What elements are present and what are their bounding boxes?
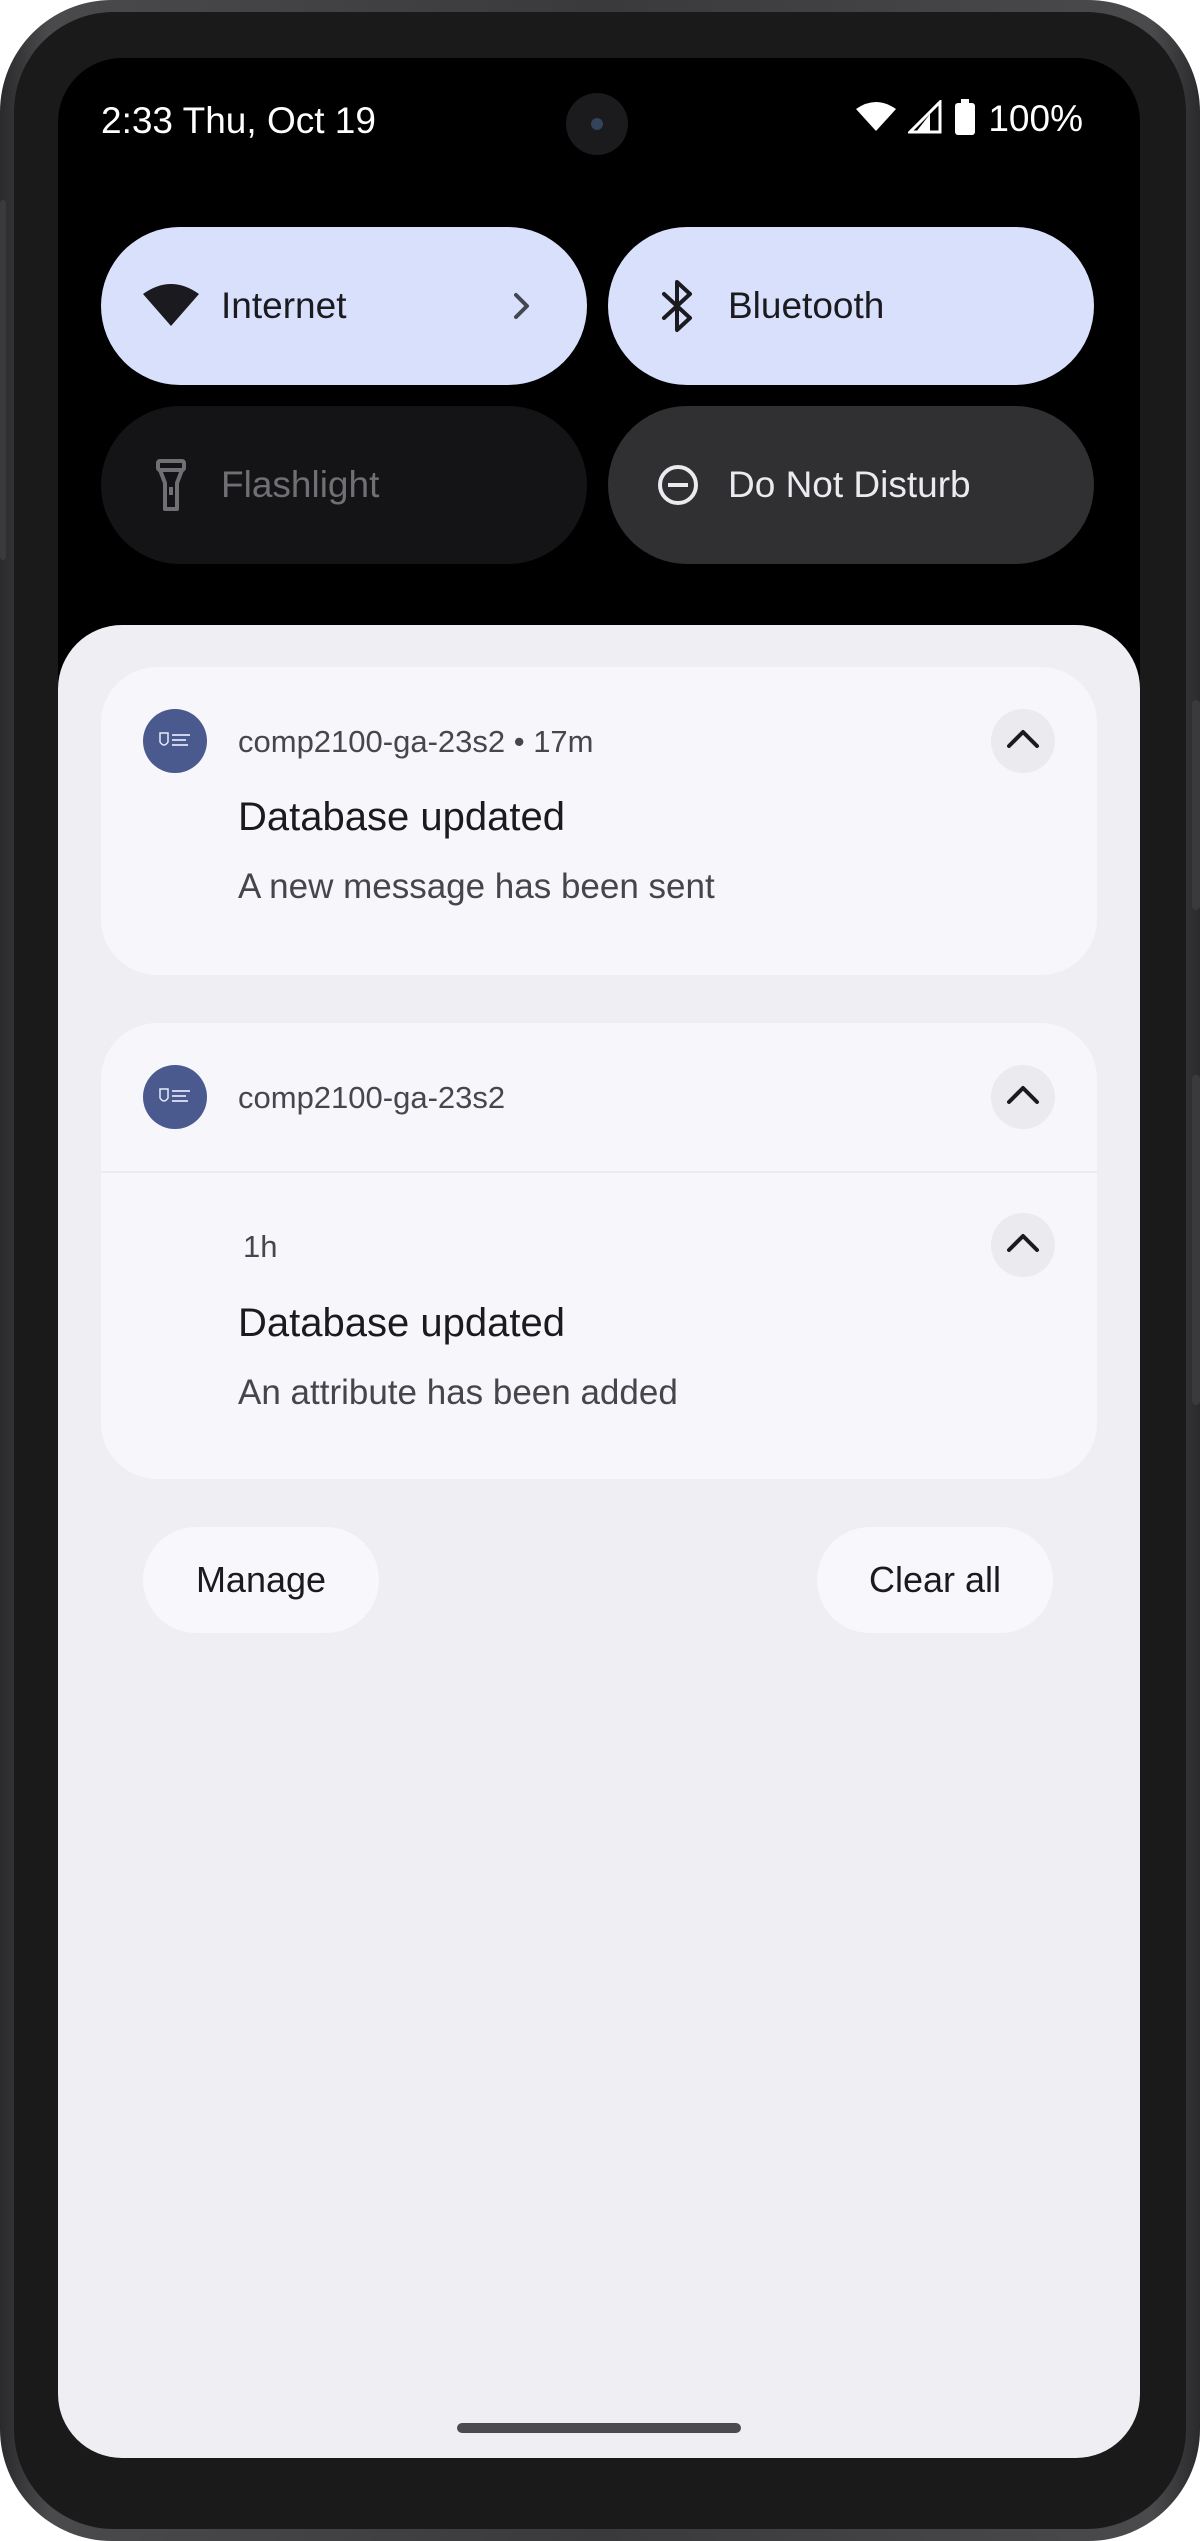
cell-signal-icon <box>906 97 942 139</box>
collapse-button[interactable] <box>991 709 1055 773</box>
tile-flashlight-label: Flashlight <box>221 464 380 505</box>
manage-button[interactable]: Manage <box>143 1527 379 1633</box>
tile-bluetooth[interactable]: Bluetooth <box>608 227 1094 385</box>
child-collapse-button[interactable] <box>991 1213 1055 1277</box>
phone-screen: 2:33 Thu, Oct 19 100% Internet Bluetooth <box>58 58 1140 2458</box>
chevron-up-icon <box>1005 728 1041 755</box>
front-camera <box>566 93 628 155</box>
clear-all-button[interactable]: Clear all <box>817 1527 1053 1633</box>
power-button <box>1192 1075 1200 1405</box>
notification-header: comp2100-ga-23s2 • 17m <box>238 724 594 759</box>
notification-time: 1h <box>243 1229 278 1264</box>
group-divider <box>101 1171 1097 1173</box>
status-icons: 100% <box>856 97 1083 140</box>
status-time: 2:33 Thu, Oct 19 <box>101 100 376 141</box>
wifi-icon <box>141 276 201 336</box>
notification-text: A new message has been sent <box>238 867 715 906</box>
battery-icon <box>954 98 976 140</box>
chevron-right-icon <box>497 281 547 331</box>
app-icon <box>143 1065 207 1129</box>
tile-internet-label: Internet <box>221 285 347 326</box>
notification-title: Database updated <box>238 1301 565 1345</box>
notification-title: Database updated <box>238 795 565 839</box>
tile-internet[interactable]: Internet <box>101 227 587 385</box>
camera-lens <box>591 118 603 130</box>
notification-group-app-name: comp2100-ga-23s2 <box>238 1080 506 1115</box>
tile-do-not-disturb[interactable]: Do Not Disturb <box>608 406 1094 564</box>
group-collapse-button[interactable] <box>991 1065 1055 1129</box>
home-indicator[interactable] <box>457 2423 741 2433</box>
tile-do-not-disturb-label: Do Not Disturb <box>728 464 971 505</box>
battery-percentage: 100% <box>988 98 1083 139</box>
flashlight-icon <box>141 455 201 515</box>
volume-button <box>1192 700 1200 910</box>
notification-group-card[interactable]: comp2100-ga-23s2 1h Database updated An … <box>101 1023 1097 1479</box>
do-not-disturb-icon <box>648 455 708 515</box>
chevron-up-icon <box>1005 1084 1041 1111</box>
notification-card[interactable]: comp2100-ga-23s2 • 17m Database updated … <box>101 667 1097 975</box>
notification-text: An attribute has been added <box>238 1373 678 1412</box>
tile-bluetooth-label: Bluetooth <box>728 285 885 326</box>
wifi-icon <box>856 101 897 138</box>
bluetooth-icon <box>648 276 708 336</box>
app-icon <box>143 709 207 773</box>
notification-shade: comp2100-ga-23s2 • 17m Database updated … <box>58 625 1140 2458</box>
frame-edge-left <box>0 200 6 560</box>
tile-flashlight[interactable]: Flashlight <box>101 406 587 564</box>
chevron-up-icon <box>1005 1232 1041 1259</box>
